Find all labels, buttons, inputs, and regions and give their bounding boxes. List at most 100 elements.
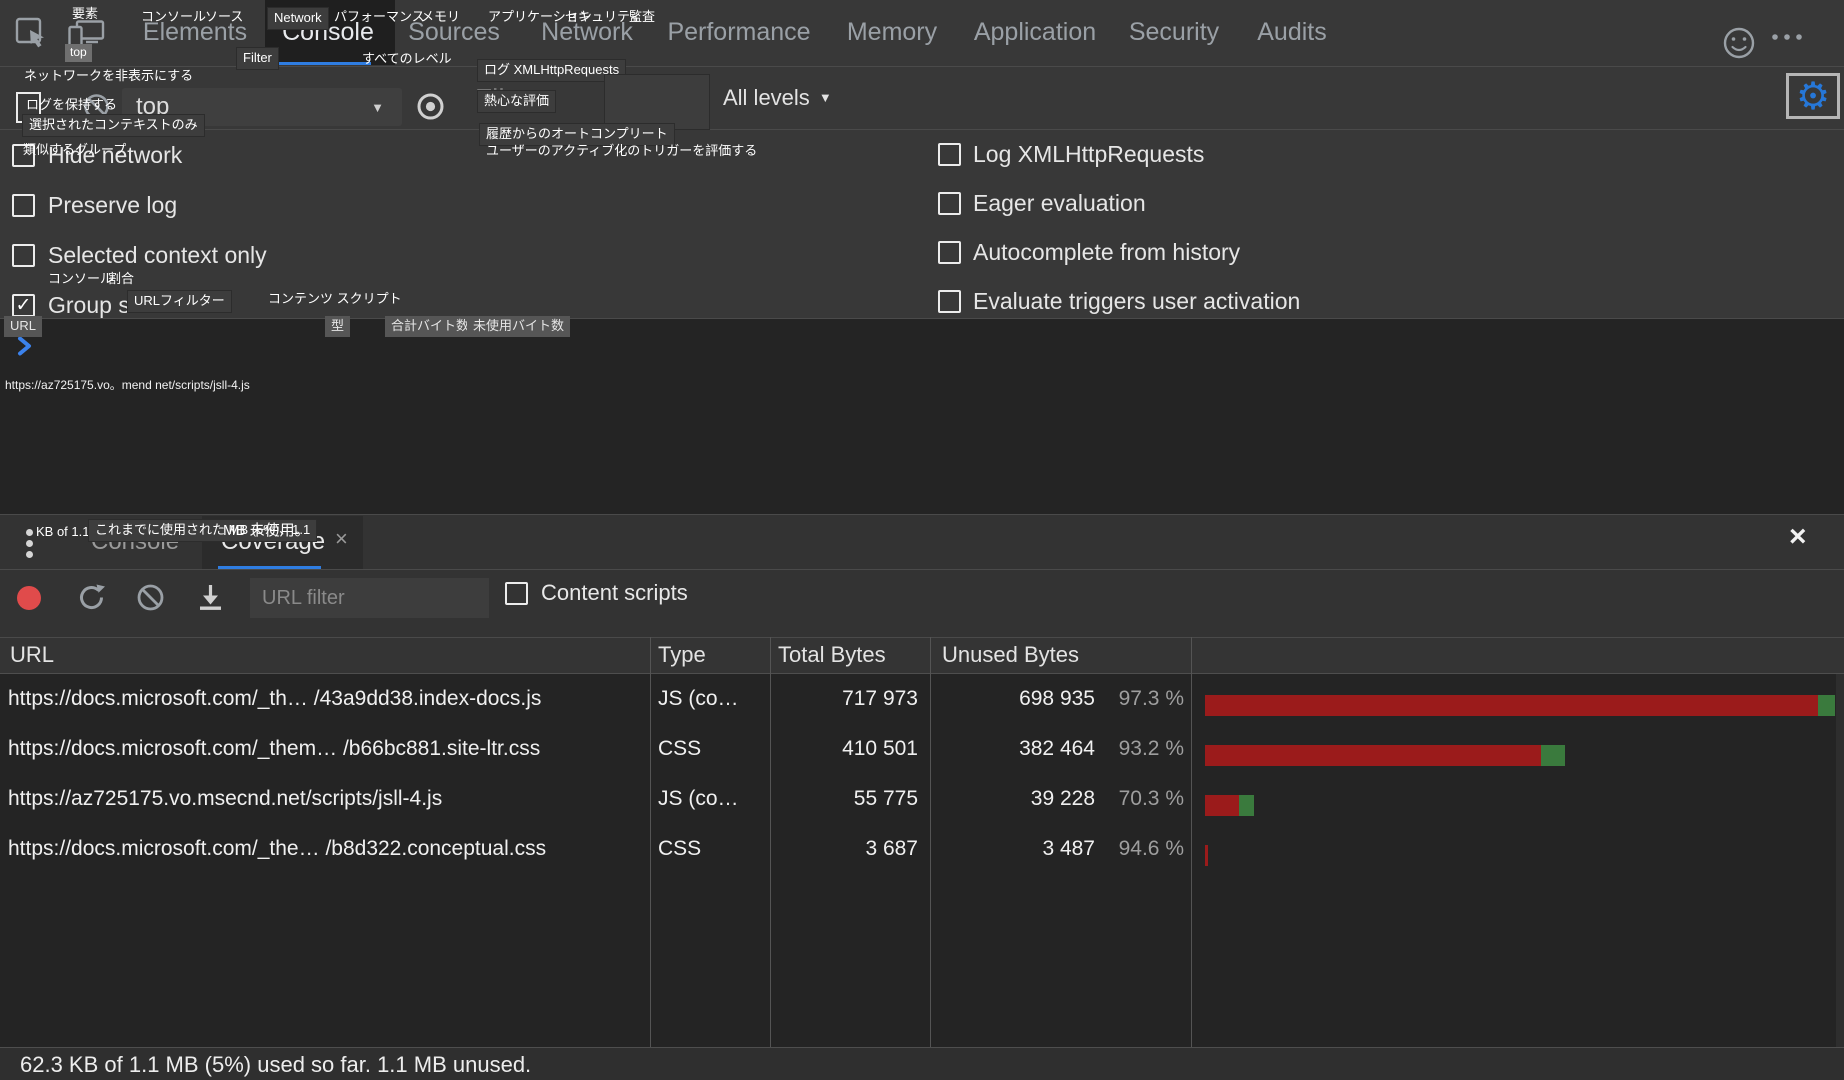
cell-total-bytes: 55 775 (770, 787, 918, 811)
record-coverage-button[interactable] (17, 586, 41, 610)
tab-memory[interactable]: Memory (847, 0, 937, 65)
cell-url: https://az725175.vo.msecnd.net/scripts/j… (8, 787, 442, 811)
unused-bar-segment (1205, 745, 1541, 766)
content-scripts-checkbox[interactable]: Content scripts (505, 580, 688, 606)
coverage-table-body: https://docs.microsoft.com/_th… /43a9dd3… (0, 674, 1844, 1047)
active-tab-underline (267, 62, 371, 65)
active-drawer-tab-underline (218, 566, 321, 569)
coverage-status-bar: 62.3 KB of 1.1 MB (5%) used so far. 1.1 … (0, 1047, 1844, 1080)
translation-overlay: コンテンツ スクリプト (268, 291, 402, 308)
url-filter-input[interactable] (250, 578, 489, 618)
cell-unused-bytes: 39 228 (930, 787, 1095, 811)
cell-url: https://docs.microsoft.com/_th… /43a9dd3… (8, 687, 541, 711)
console-settings-gear-button[interactable]: ⚙ (1786, 73, 1840, 119)
checkbox-checked-icon[interactable]: ✓ (12, 294, 35, 317)
tab-application[interactable]: Application (974, 0, 1096, 65)
log-levels-dropdown[interactable]: All levels ▼ (723, 66, 832, 129)
drawer-menu-dots-icon[interactable] (26, 551, 33, 558)
table-row[interactable]: https://az725175.vo.msecnd.net/scripts/j… (0, 774, 1844, 824)
checkbox-unchecked-icon[interactable] (938, 290, 961, 313)
checkbox-preserve-log[interactable]: Preserve log (12, 192, 177, 219)
checkbox-label: Selected context only (48, 242, 267, 269)
cell-unused-bytes: 3 487 (930, 837, 1095, 861)
table-row[interactable]: https://docs.microsoft.com/_th… /43a9dd3… (0, 674, 1844, 724)
cell-url: https://docs.microsoft.com/_them… /b66bc… (8, 737, 540, 761)
export-download-icon[interactable] (196, 583, 225, 612)
live-expression-eye-icon[interactable] (416, 92, 445, 121)
cell-total-bytes: 410 501 (770, 737, 918, 761)
clear-coverage-icon[interactable] (136, 583, 165, 612)
translation-overlay: URLフィルター (128, 291, 231, 312)
translation-overlay: パフォーマンス (334, 9, 425, 26)
coverage-table-header: URL Type Total Bytes Unused Bytes (0, 637, 1844, 674)
checkbox-unchecked-icon[interactable] (12, 244, 35, 267)
translation-overlay: ログを保持する (26, 97, 117, 114)
cell-unused-percent: 97.3 % (1098, 687, 1184, 711)
checkbox-label: Preserve log (48, 192, 177, 219)
main-menu-dots-icon[interactable] (1768, 31, 1808, 43)
translation-overlay: top (65, 44, 92, 62)
column-header-type: Type (658, 642, 706, 668)
usage-bar (1205, 795, 1254, 816)
translation-overlay: すべてのレベル (362, 51, 452, 68)
feedback-smiley-icon[interactable] (1722, 26, 1756, 60)
checkbox-label: Evaluate triggers user activation (973, 288, 1300, 315)
cell-type: JS (co… (658, 787, 739, 811)
drawer: Console Coverage × × (0, 514, 1844, 1080)
checkbox-log-xmlhttprequests[interactable]: Log XMLHttpRequests (938, 141, 1204, 168)
close-icon[interactable]: × (335, 528, 348, 550)
checkbox-unchecked-icon[interactable] (938, 143, 961, 166)
inspect-icon[interactable] (14, 16, 50, 52)
tab-security[interactable]: Security (1129, 0, 1219, 65)
translation-overlay: 熱心な評価 (478, 91, 555, 112)
checkbox-eager-evaluation[interactable]: Eager evaluation (938, 190, 1146, 217)
column-divider[interactable] (930, 637, 931, 1047)
console-prompt-chevron-icon (17, 336, 33, 356)
column-divider[interactable] (1191, 637, 1192, 1047)
gear-icon: ⚙ (1796, 77, 1830, 115)
translation-overlay: https://az725175.vo。mend net/scripts/jsl… (5, 378, 250, 394)
cell-unused-bytes: 382 464 (930, 737, 1095, 761)
console-toolbar: top ▼ Filter All levels ▼ ⚙ (0, 66, 1844, 130)
cell-type: CSS (658, 737, 701, 761)
translation-overlay: コンソール (48, 271, 113, 288)
console-messages-area (0, 318, 1844, 515)
translation-overlay: Network (268, 8, 328, 29)
content-scripts-label: Content scripts (541, 580, 688, 606)
table-row[interactable]: https://docs.microsoft.com/_the… /b8d322… (0, 824, 1844, 874)
translation-overlay: ログ XMLHttpRequests (478, 60, 625, 81)
translation-overlay: ソース (205, 9, 243, 26)
checkbox-evaluate-triggers-user-activation[interactable]: Evaluate triggers user activation (938, 288, 1300, 315)
used-bar-segment (1239, 795, 1254, 816)
unused-bar-segment (1205, 695, 1818, 716)
column-divider[interactable] (770, 637, 771, 1047)
checkbox-unchecked-icon[interactable] (938, 241, 961, 264)
translation-overlay: 要素 (72, 6, 98, 23)
checkbox-autocomplete-from-history[interactable]: Autocomplete from history (938, 239, 1240, 266)
reload-icon[interactable] (76, 582, 107, 613)
translation-overlay: URL (4, 316, 42, 337)
drawer-close-button[interactable]: × (1789, 522, 1807, 552)
cell-type: JS (co… (658, 687, 739, 711)
log-levels-value: All levels (723, 85, 810, 111)
table-row[interactable]: https://docs.microsoft.com/_them… /b66bc… (0, 724, 1844, 774)
drawer-menu-dots-icon[interactable] (26, 529, 33, 536)
checkbox-unchecked-icon[interactable] (938, 192, 961, 215)
column-divider[interactable] (650, 637, 651, 1047)
coverage-status-text: 62.3 KB of 1.1 MB (5%) used so far. 1.1 … (20, 1052, 531, 1078)
drawer-menu-dots-icon[interactable] (26, 540, 33, 547)
translation-overlay: 履歴からのオートコンプリート (480, 124, 674, 145)
translation-overlay: コンソール (141, 9, 206, 26)
used-bar-segment (1541, 745, 1565, 766)
tab-audits[interactable]: Audits (1257, 0, 1326, 65)
checkbox-unchecked-icon[interactable] (12, 194, 35, 217)
cell-total-bytes: 717 973 (770, 687, 918, 711)
column-header-unused-bytes: Unused Bytes (942, 642, 1079, 668)
checkbox-icon[interactable] (505, 582, 528, 605)
column-header-url: URL (10, 642, 54, 668)
tab-performance[interactable]: Performance (667, 0, 810, 65)
unused-bar-segment (1205, 795, 1239, 816)
translation-overlay: Filter (237, 48, 278, 69)
cell-unused-percent: 70.3 % (1098, 787, 1184, 811)
checkbox-selected-context-only[interactable]: Selected context only (12, 242, 267, 269)
